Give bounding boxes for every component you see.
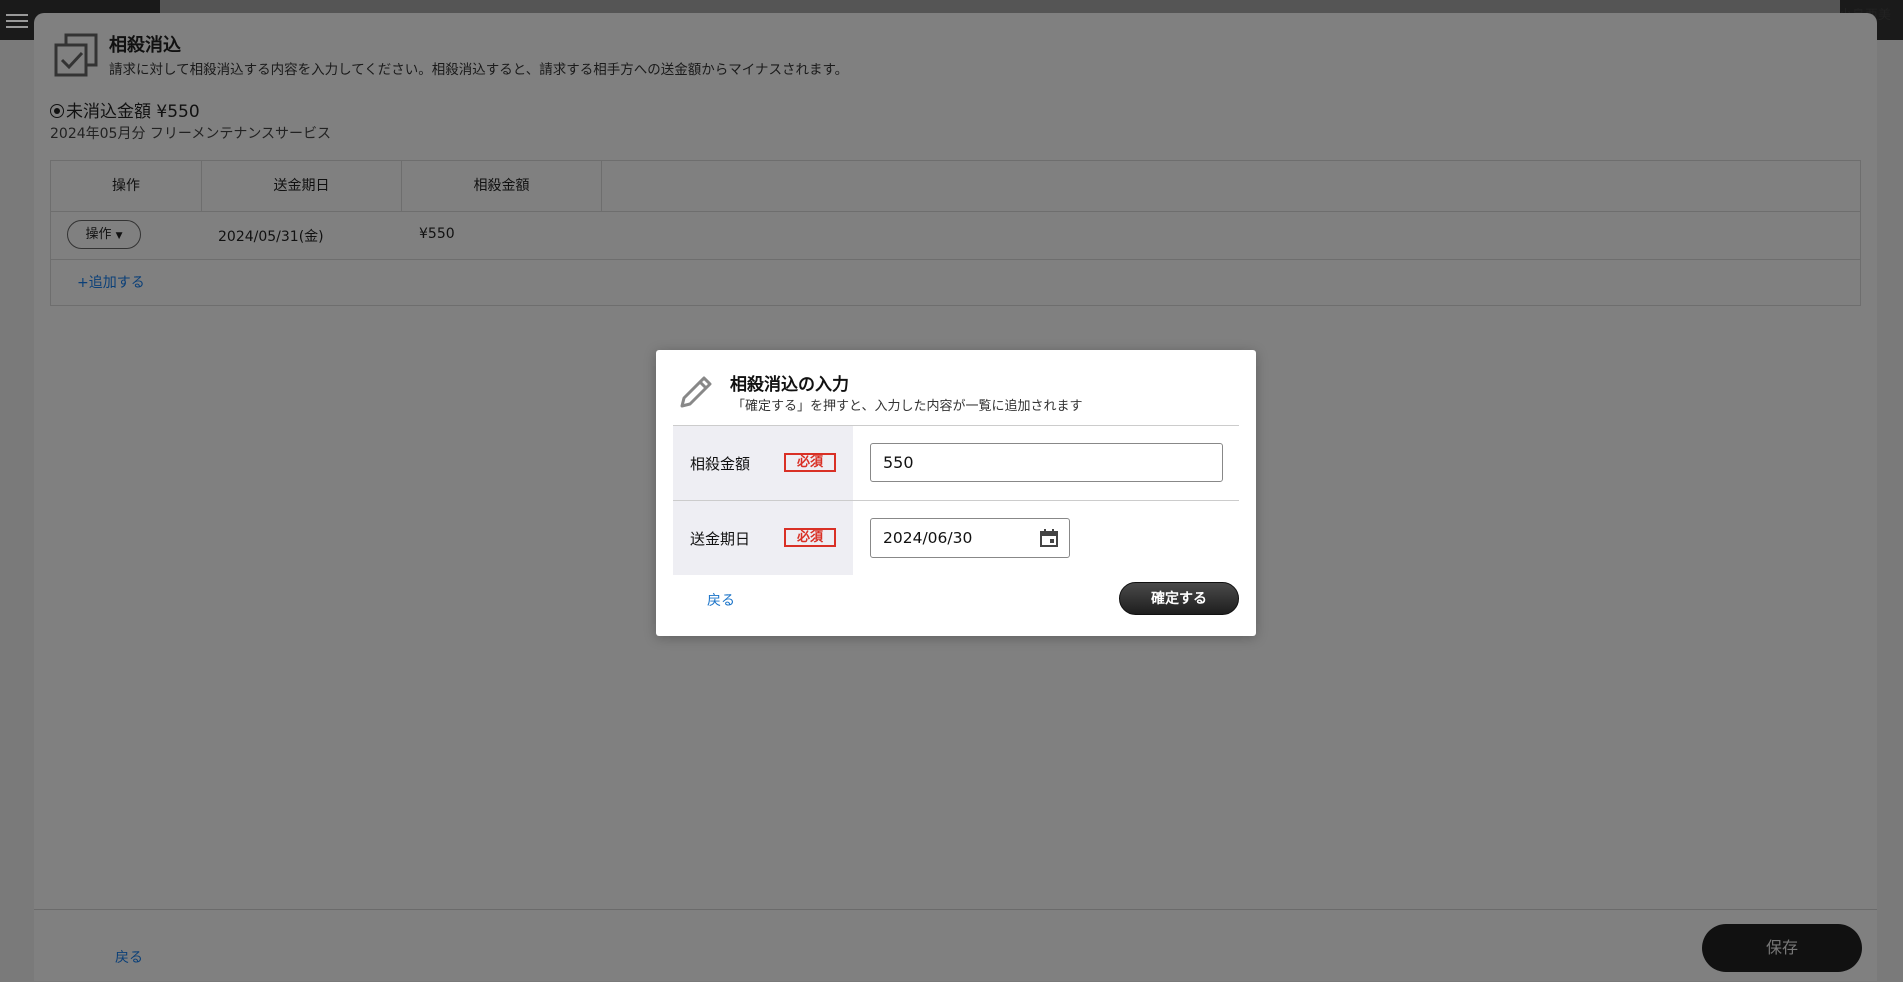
offset-input-modal: 相殺消込の入力 「確定する」を押すと、入力した内容が一覧に追加されます 相殺金額… xyxy=(656,350,1256,636)
table-row: 操作 ▼ 2024/05/31(金) ¥550 xyxy=(51,211,1860,260)
modal-description: 「確定する」を押すと、入力した内容が一覧に追加されます xyxy=(732,399,1083,414)
pencil-icon xyxy=(680,376,712,408)
calendar-icon[interactable] xyxy=(1039,528,1059,548)
hamburger-menu-icon[interactable] xyxy=(6,10,28,30)
remaining-amount-text: 未消込金額 ¥550 xyxy=(66,102,200,122)
required-badge: 必須 xyxy=(784,453,836,472)
offset-amount-input[interactable] xyxy=(870,443,1223,482)
invoice-subtitle: 2024年05月分 フリーメンテナンスサービス xyxy=(50,126,332,142)
row-amount: ¥550 xyxy=(419,226,455,242)
offset-table: 操作 送金期日 相殺金額 操作 ▼ 2024/05/31(金) ¥550 +追加… xyxy=(50,160,1861,306)
amount-label: 相殺金額 xyxy=(690,455,751,473)
row-action-label: 操作 xyxy=(85,227,112,242)
form-label-cell: 相殺金額 必須 xyxy=(673,426,853,500)
due-date-input[interactable] xyxy=(871,519,1055,557)
footer-back-link[interactable]: 戻る xyxy=(115,947,143,967)
add-offset-link[interactable]: +追加する xyxy=(77,272,145,292)
radio-dot-icon xyxy=(50,104,64,118)
row-due-date: 2024/05/31(金) xyxy=(218,229,324,245)
form-row-due-date: 送金期日 必須 xyxy=(673,501,1239,575)
remaining-amount: 未消込金額 ¥550 xyxy=(50,97,200,122)
panel-title: 相殺消込 xyxy=(109,35,181,56)
header-due-date: 送金期日 xyxy=(202,161,402,211)
modal-back-link[interactable]: 戻る xyxy=(707,590,735,610)
form-label-cell: 送金期日 必須 xyxy=(673,501,853,575)
form-row-amount: 相殺金額 必須 xyxy=(673,426,1239,501)
header-action: 操作 xyxy=(51,161,202,211)
header-amount: 相殺金額 xyxy=(402,161,602,211)
table-header: 操作 送金期日 相殺金額 xyxy=(51,161,1860,212)
due-date-field[interactable] xyxy=(870,518,1070,558)
required-badge: 必須 xyxy=(784,528,836,547)
panel-description: 請求に対して相殺消込する内容を入力してください。相殺消込すると、請求する相手方へ… xyxy=(109,62,849,78)
modal-title: 相殺消込の入力 xyxy=(730,375,849,395)
offset-form: 相殺金額 必須 送金期日 必須 xyxy=(673,425,1239,575)
row-action-dropdown[interactable]: 操作 ▼ xyxy=(67,220,141,249)
caret-down-icon: ▼ xyxy=(115,231,123,241)
checkbox-stack-icon xyxy=(54,33,98,77)
confirm-button[interactable]: 確定する xyxy=(1119,582,1239,615)
panel-footer: 戻る 保存 xyxy=(34,909,1877,982)
due-date-label: 送金期日 xyxy=(690,530,751,548)
save-button[interactable]: 保存 xyxy=(1702,924,1862,972)
